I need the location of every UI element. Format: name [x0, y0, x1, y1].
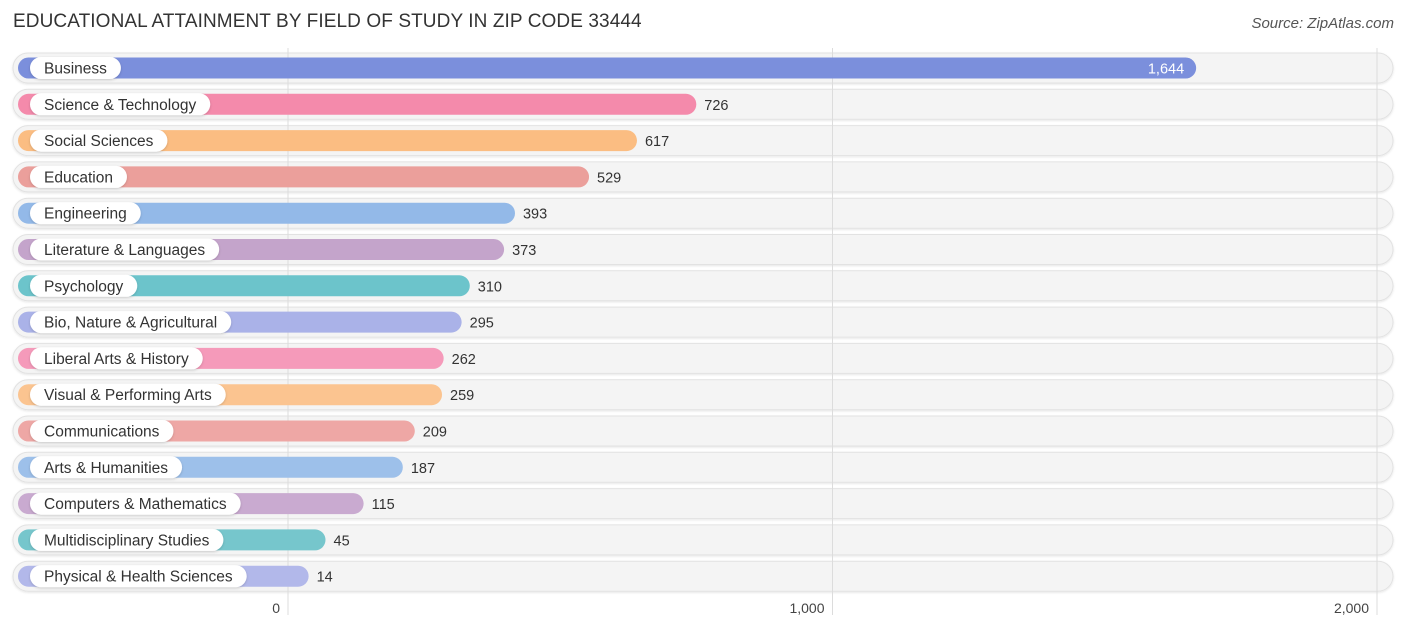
category-label: Science & Technology [44, 97, 196, 114]
x-tick-label: 1,000 [789, 600, 824, 616]
category-label: Visual & Performing Arts [44, 387, 212, 404]
value-label: 726 [704, 98, 728, 114]
value-label: 262 [452, 352, 476, 368]
bar-row: Communications 209 [18, 420, 447, 442]
category-label: Social Sciences [44, 133, 154, 150]
bar-row: Liberal Arts & History 262 [18, 347, 476, 370]
bar [18, 57, 1197, 79]
bar-row: Arts & Humanities 187 [18, 456, 435, 479]
value-label: 617 [645, 134, 669, 150]
x-tick-label: 0 [272, 600, 280, 616]
bar-row: Multidisciplinary Studies 45 [18, 528, 350, 551]
bar-row: Physical & Health Sciences 14 [18, 565, 333, 588]
bar-row: Business 1,644 [18, 57, 1197, 79]
category-label: Literature & Languages [44, 242, 205, 259]
category-label: Computers & Mathematics [44, 496, 227, 513]
category-label: Arts & Humanities [44, 460, 168, 477]
bar-row: Engineering 393 [18, 202, 547, 225]
category-label: Psychology [44, 278, 124, 295]
bar-row: Social Sciences 617 [18, 129, 669, 152]
value-label: 259 [450, 388, 474, 404]
category-label: Physical & Health Sciences [44, 569, 233, 586]
bar-row: Visual & Performing Arts 259 [18, 383, 474, 406]
value-label: 1,644 [1148, 62, 1184, 78]
category-label: Liberal Arts & History [44, 351, 189, 368]
bar-row: Literature & Languages 373 [18, 238, 536, 261]
bar-row: Education 529 [18, 165, 621, 188]
bar-row: Psychology 310 [18, 274, 502, 297]
value-label: 529 [597, 170, 621, 186]
category-label: Multidisciplinary Studies [44, 532, 210, 549]
bar-row: Science & Technology 726 [18, 93, 729, 116]
bar-row: Bio, Nature & Agricultural 295 [18, 311, 494, 334]
value-label: 393 [523, 207, 547, 223]
x-axis-ticks: 0 1,000 2,000 [272, 600, 1369, 616]
value-label: 209 [423, 425, 447, 441]
category-label: Business [44, 61, 107, 78]
value-label: 187 [411, 461, 435, 477]
x-tick-label: 2,000 [1334, 600, 1369, 616]
category-label: Communications [44, 424, 160, 441]
value-label: 310 [478, 279, 502, 295]
value-label: 45 [334, 533, 350, 549]
value-label: 295 [470, 316, 494, 332]
value-label: 115 [372, 497, 395, 513]
bar-chart: Business 1,644 Science & Technology 726 Soci… [12, 48, 1394, 616]
value-label: 14 [317, 570, 333, 586]
category-label: Education [44, 169, 113, 186]
value-label: 373 [512, 243, 536, 259]
category-label: Bio, Nature & Agricultural [44, 315, 217, 332]
bar-row: Computers & Mathematics 115 [18, 492, 395, 515]
category-label: Engineering [44, 206, 127, 223]
